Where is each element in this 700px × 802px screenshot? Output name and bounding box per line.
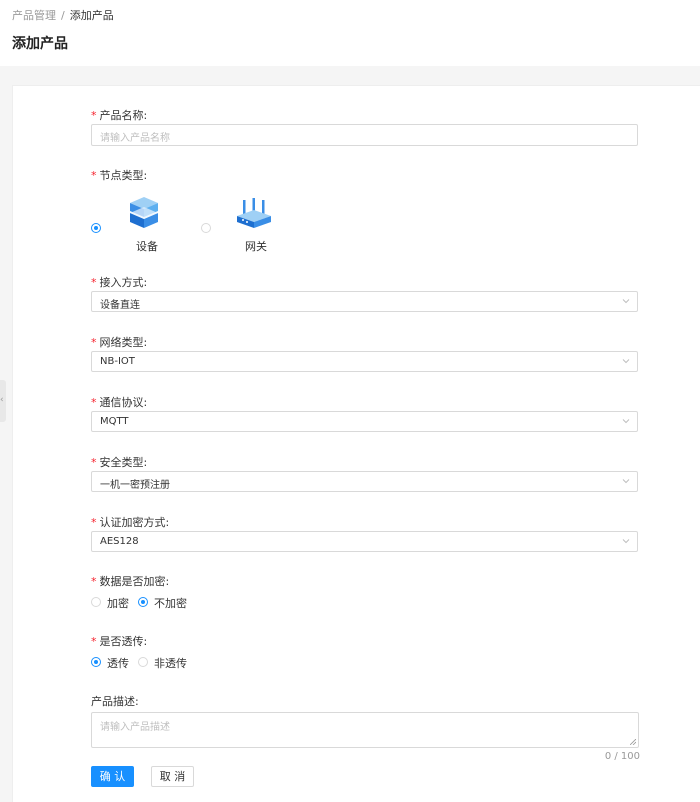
description-placeholder: 请输入产品描述 — [100, 722, 170, 733]
auth-encryption-value: AES128 — [100, 536, 139, 547]
confirm-button[interactable]: 确 认 — [91, 766, 134, 787]
node-type-device-label: 设备 — [136, 240, 158, 253]
product-name-placeholder: 请输入产品名称 — [100, 133, 170, 144]
description-label: 产品描述: — [91, 695, 139, 708]
page-header: 产品管理 / 添加产品 添加产品 — [0, 0, 700, 66]
product-name-input[interactable]: 请输入产品名称 — [91, 124, 638, 146]
passthrough-no-label[interactable]: 非透传 — [154, 655, 187, 671]
passthrough-yes-radio[interactable] — [91, 657, 101, 667]
collapse-handle[interactable]: ‹ — [0, 380, 6, 422]
security-type-value: 一机一密预注册 — [100, 480, 170, 491]
node-type-gateway-radio[interactable] — [201, 223, 211, 233]
breadcrumb-current: 添加产品 — [69, 9, 114, 22]
access-method-value: 设备直连 — [100, 300, 140, 311]
resize-grip-icon[interactable] — [630, 739, 636, 745]
chevron-down-icon — [622, 419, 630, 424]
cancel-button[interactable]: 取 消 — [151, 766, 194, 787]
device-icon[interactable] — [126, 195, 162, 231]
gateway-router-icon[interactable] — [235, 198, 273, 230]
breadcrumb-parent-link[interactable]: 产品管理 — [12, 9, 56, 22]
network-type-value: NB-IOT — [100, 356, 135, 367]
page-title: 添加产品 — [12, 36, 68, 52]
data-encrypt-yes-radio[interactable] — [91, 597, 101, 607]
protocol-label: * 通信协议: — [91, 396, 148, 409]
passthrough-no-radio[interactable] — [138, 657, 148, 667]
breadcrumb-separator: / — [61, 9, 65, 22]
passthrough-yes-label[interactable]: 透传 — [107, 655, 129, 671]
data-encrypt-no-label[interactable]: 不加密 — [154, 595, 187, 611]
access-method-label: * 接入方式: — [91, 276, 148, 289]
network-type-select[interactable]: NB-IOT — [91, 351, 638, 372]
product-name-label: * 产品名称: — [91, 109, 148, 122]
chevron-down-icon — [622, 359, 630, 364]
description-textarea[interactable]: 请输入产品描述 — [91, 712, 639, 748]
security-type-label: * 安全类型: — [91, 456, 148, 469]
network-type-label: * 网络类型: — [91, 336, 148, 349]
data-encrypt-yes-label[interactable]: 加密 — [107, 595, 129, 611]
chevron-down-icon — [622, 479, 630, 484]
access-method-select[interactable]: 设备直连 — [91, 291, 638, 312]
breadcrumb: 产品管理 / 添加产品 — [12, 7, 114, 23]
description-char-counter: 0 / 100 — [604, 751, 640, 762]
node-type-gateway-label: 网关 — [245, 240, 267, 253]
data-encrypt-no-radio[interactable] — [138, 597, 148, 607]
protocol-select[interactable]: MQTT — [91, 411, 638, 432]
chevron-left-icon: ‹ — [0, 395, 4, 405]
chevron-down-icon — [622, 299, 630, 304]
node-type-label: * 节点类型: — [91, 169, 148, 182]
protocol-value: MQTT — [100, 416, 129, 427]
node-type-device-radio[interactable] — [91, 223, 101, 233]
chevron-down-icon — [622, 539, 630, 544]
passthrough-label: * 是否透传: — [91, 635, 148, 648]
auth-encryption-label: * 认证加密方式: — [91, 516, 170, 529]
data-encrypt-label: * 数据是否加密: — [91, 575, 170, 588]
security-type-select[interactable]: 一机一密预注册 — [91, 471, 638, 492]
auth-encryption-select[interactable]: AES128 — [91, 531, 638, 552]
